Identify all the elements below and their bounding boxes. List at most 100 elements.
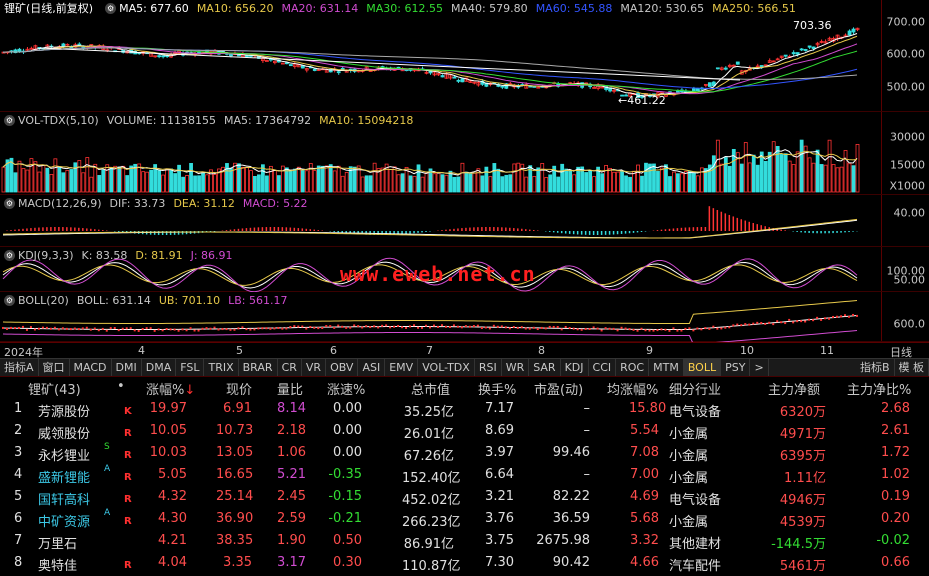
settings-icon[interactable]: ⚙ [4, 294, 15, 306]
price-tick: 700.00 [886, 15, 926, 29]
cell-mcap: 86.91亿 [403, 537, 454, 552]
table-row[interactable]: 1 芳源股份 K 19.97 6.91 8.14 0.00 35.25亿 7.17 – 15.80 电… [0, 398, 929, 420]
name-flag: S [104, 442, 110, 452]
volume-bar [636, 164, 640, 193]
boll-panel[interactable]: ⚙ BOLL(20) BOLL: 631.14 UB: 701.10 LB: 561.1… [0, 292, 929, 342]
cell-pe: 90.42 [552, 555, 590, 570]
table-row[interactable]: 4 盛新锂能 A R 5.05 16.65 5.21 -0.35 152.40亿 6.64 – 7.0… [0, 464, 929, 486]
col-mcap[interactable]: 总市值 [411, 379, 450, 398]
boll-candle [201, 327, 204, 330]
tab-vr[interactable]: VR [302, 358, 327, 377]
table-row[interactable]: 2 威领股份 R 10.05 10.73 2.18 0.00 26.01亿 8.69 – 5.54 小… [0, 420, 929, 442]
tab-vol-tdx[interactable]: VOL-TDX [418, 358, 475, 377]
tab-mtm[interactable]: MTM [649, 358, 684, 377]
tab->[interactable]: > [750, 358, 769, 377]
vol-tick: 30000 [890, 130, 925, 144]
legend-item: J: 86.91 [190, 248, 233, 262]
tab-brar[interactable]: BRAR [239, 358, 278, 377]
legend-item: D: 81.91 [135, 248, 183, 262]
candle [811, 46, 816, 49]
table-row[interactable]: 6 中矿资源 A R 4.30 36.90 2.59 -0.21 266.23亿 3.76 36.5… [0, 508, 929, 530]
legend-item: MA20: 631.14 [281, 1, 359, 15]
boll-candle [345, 326, 348, 329]
boll-candle [145, 327, 148, 330]
cell-vr: 2.45 [277, 489, 306, 504]
settings-icon[interactable]: ⚙ [4, 197, 15, 209]
tab-right-0[interactable]: 指标B [856, 358, 895, 377]
volume-bar [536, 167, 541, 193]
volume-bar [37, 171, 42, 193]
tab-窗口[interactable]: 窗口 [39, 358, 70, 377]
col-name[interactable]: 锂矿(43) [28, 379, 81, 398]
boll-candle [820, 318, 823, 321]
col-price[interactable]: 现价 [226, 379, 252, 398]
tab-asi[interactable]: ASI [358, 358, 386, 377]
boll-legend: ⚙ BOLL(20) BOLL: 631.14 UB: 701.10 LB: 561.1… [0, 292, 304, 308]
volume-bar [608, 167, 612, 193]
settings-icon[interactable]: ⚙ [4, 249, 15, 261]
boll-candle [844, 314, 847, 317]
col-pe[interactable]: 市盈(动) [534, 379, 583, 398]
tab-cr[interactable]: CR [278, 358, 302, 377]
tab-obv[interactable]: OBV [326, 358, 359, 377]
settings-icon[interactable]: ⚙ [4, 114, 15, 126]
tab-cci[interactable]: CCI [589, 358, 617, 377]
col-vr[interactable]: 量比 [277, 379, 303, 398]
boll-candle [413, 324, 416, 327]
cell-turnover: 3.97 [485, 445, 514, 460]
boll-candle [93, 327, 96, 330]
col-speed[interactable]: 涨速% [327, 379, 365, 398]
volume-bar [456, 176, 461, 193]
col-net[interactable]: 主力净额 [768, 379, 820, 398]
volume-bar [85, 157, 90, 193]
table-row[interactable]: 3 永杉锂业 S R 10.03 13.05 1.06 0.00 67.26亿 3.97 99.46… [0, 442, 929, 464]
tab-roc[interactable]: ROC [616, 358, 650, 377]
col-chg[interactable]: 涨幅%↓ [146, 379, 195, 398]
tab-kdj[interactable]: KDJ [561, 358, 589, 377]
tab-boll[interactable]: BOLL [683, 358, 722, 377]
boll-tick: 600.0 [893, 317, 926, 331]
tab-wr[interactable]: WR [502, 358, 530, 377]
volume-panel[interactable]: ⚙ VOL-TDX(5,10) VOLUME: 11138155 MA5: 17364… [0, 112, 929, 195]
high-price-label: 703.36 [793, 19, 832, 32]
tab-dma[interactable]: DMA [142, 358, 177, 377]
cell-vr: 2.59 [277, 511, 306, 526]
cell-speed: 0.00 [333, 423, 362, 438]
tab-macd[interactable]: MACD [70, 358, 112, 377]
price-panel[interactable]: 锂矿(日线,前复权) ⚙ MA5: 677.60 MA10: 656.20 MA20… [0, 0, 929, 112]
boll-candle [616, 329, 619, 332]
macd-values: MACD(12,26,9) DIF: 33.73 DEA: 31.12 MACD: 5… [18, 197, 316, 210]
tab-psy[interactable]: PSY [721, 358, 751, 377]
tab-指标a[interactable]: 指标A [0, 358, 39, 377]
col-avg[interactable]: 均涨幅% [607, 379, 658, 398]
table-row[interactable]: 7 万里石 4.21 38.35 1.90 0.50 86.91亿 3.75 2675.98 3.… [0, 530, 929, 552]
col-turnover[interactable]: 换手% [478, 379, 516, 398]
boll-candle [700, 328, 703, 331]
volume-bar [779, 154, 784, 193]
col-industry[interactable]: 细分行业 [669, 379, 721, 398]
settings-icon[interactable]: ⚙ [105, 2, 117, 14]
boll-candle [592, 326, 595, 329]
cell-vr: 8.14 [277, 401, 306, 416]
col-netpct[interactable]: 主力净比% [847, 379, 911, 398]
tab-sar[interactable]: SAR [529, 358, 561, 377]
tab-dmi[interactable]: DMI [112, 358, 142, 377]
tab-fsl[interactable]: FSL [176, 358, 205, 377]
cell-pe: 99.46 [552, 445, 590, 460]
time-tick: 7 [426, 344, 433, 357]
table-row[interactable]: 8 奥特佳 R 4.04 3.35 3.17 0.30 110.87亿 7.30 90.42 4.6… [0, 552, 929, 574]
tab-trix[interactable]: TRIX [204, 358, 239, 377]
macd-panel[interactable]: ⚙ MACD(12,26,9) DIF: 33.73 DEA: 31.12 MACD: … [0, 195, 929, 247]
cell-industry: 小金属 [669, 515, 709, 530]
candlestick-chart[interactable] [0, 0, 881, 112]
tab-emv[interactable]: EMV [385, 358, 419, 377]
boll-candle [37, 327, 40, 330]
volume-bar [408, 175, 413, 193]
cell-netpct: 2.61 [881, 423, 910, 438]
tab-rsi[interactable]: RSI [475, 358, 502, 377]
volume-bar [588, 170, 593, 193]
boll-candle [349, 326, 352, 329]
table-row[interactable]: 5 国轩高科 R 4.32 25.14 2.45 -0.15 452.02亿 3.21 82.22… [0, 486, 929, 508]
legend-item: UB: 701.10 [158, 293, 221, 307]
tab-right-1[interactable]: 模 板 [895, 358, 929, 377]
